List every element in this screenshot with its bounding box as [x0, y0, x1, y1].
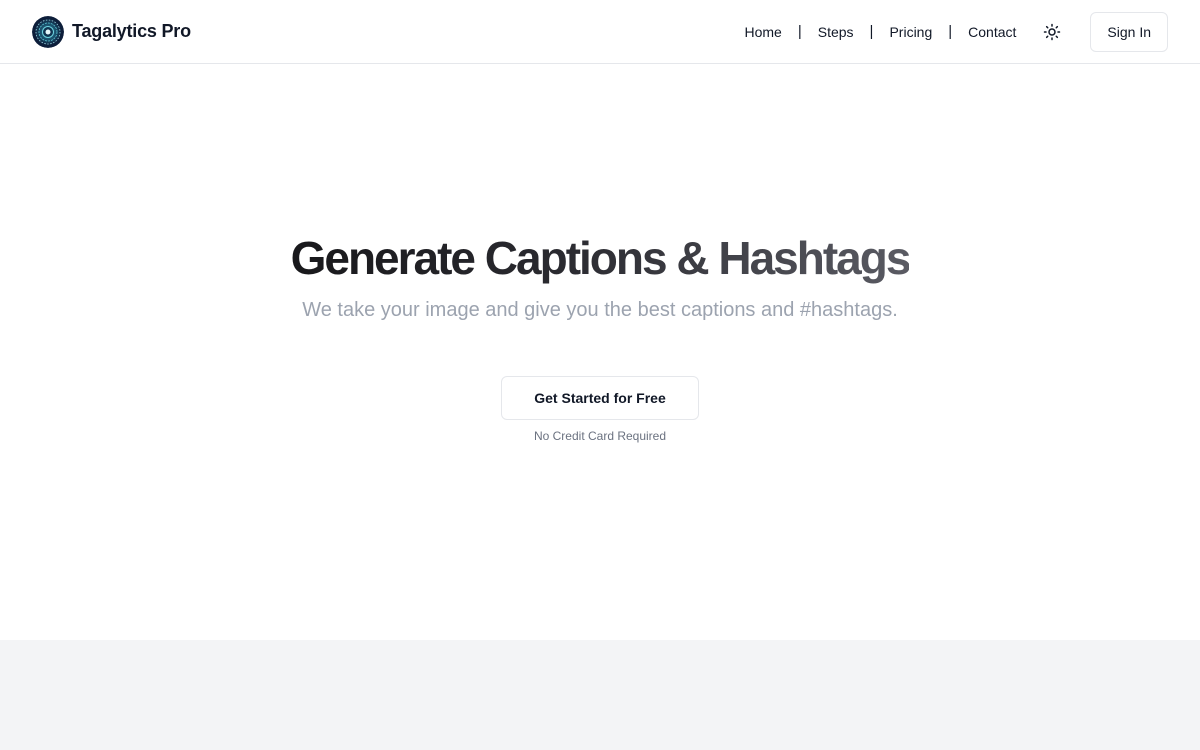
get-started-button[interactable]: Get Started for Free: [501, 376, 699, 420]
sign-in-button[interactable]: Sign In: [1090, 11, 1168, 52]
brand-name: Tagalytics Pro: [72, 21, 191, 41]
main-nav: Home | Steps | Pricing | Contact Sign In: [744, 11, 1168, 52]
nav-separator: |: [948, 23, 953, 40]
theme-toggle-button[interactable]: [1034, 14, 1070, 50]
next-section: [0, 640, 1200, 750]
nav-steps[interactable]: Steps: [818, 24, 854, 40]
sun-icon: [1044, 23, 1061, 40]
cta-note: No Credit Card Required: [533, 429, 667, 443]
nav-home[interactable]: Home: [744, 24, 781, 40]
hero-title: Generate Captions & Hashtags: [290, 232, 912, 284]
logo-icon: [32, 15, 64, 48]
brand-link[interactable]: Tagalytics Pro: [32, 15, 191, 48]
nav-separator: |: [869, 23, 874, 40]
hero-subtitle: We take your image and give you the best…: [302, 299, 898, 321]
nav-separator: |: [797, 23, 802, 40]
nav-pricing[interactable]: Pricing: [889, 24, 932, 40]
nav-contact[interactable]: Contact: [968, 24, 1016, 40]
navbar: Tagalytics Pro Home | Steps | Pricing | …: [0, 0, 1200, 64]
hero-section: Generate Captions & Hashtags We take you…: [0, 64, 1200, 640]
